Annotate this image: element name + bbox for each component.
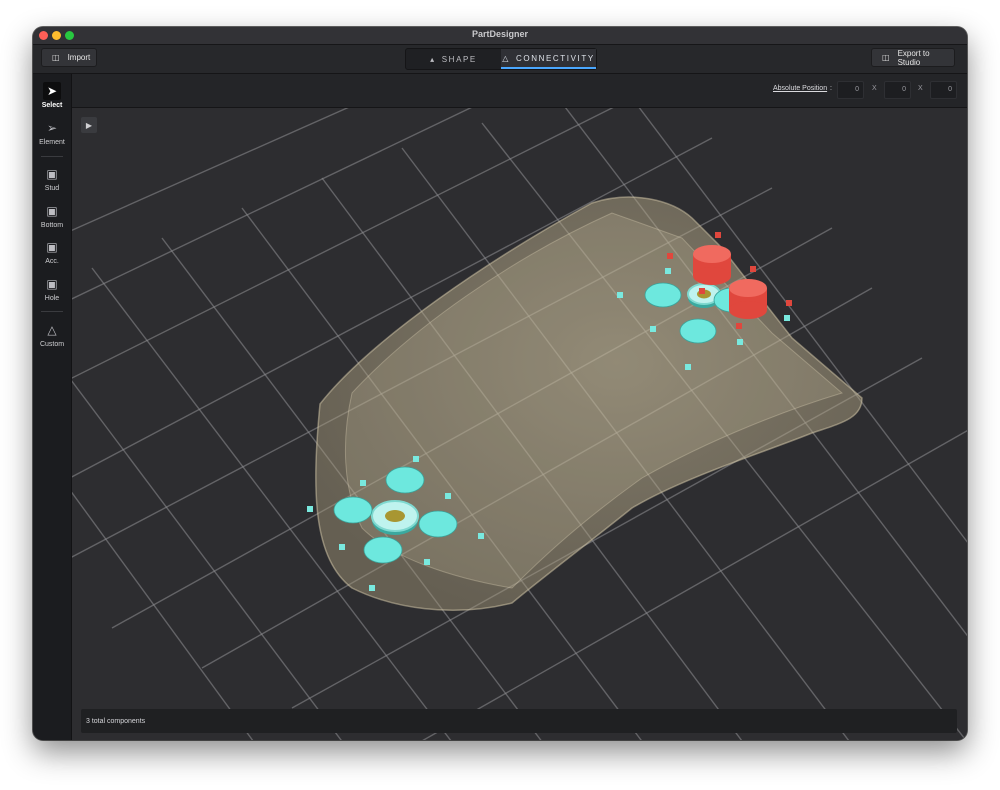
tool-custom-label: Custom bbox=[39, 341, 65, 348]
position-z-input[interactable]: 0 bbox=[930, 81, 957, 99]
stud-cube-icon: ▣ bbox=[46, 167, 58, 181]
component-count: 3 total components bbox=[86, 717, 146, 725]
hole-cube-icon: ▣ bbox=[46, 277, 58, 291]
tool-bottom[interactable]: ▣ Bottom bbox=[33, 202, 71, 229]
custom-node-icon: △ bbox=[47, 323, 57, 337]
position-x-input[interactable]: 0 bbox=[837, 81, 864, 99]
tool-element-label: Element bbox=[39, 139, 65, 146]
tool-hole-label: Hole bbox=[44, 295, 60, 302]
sidebar-divider bbox=[41, 311, 63, 312]
camera-icon: ▶ bbox=[85, 120, 93, 130]
title-bar: PartDesigner bbox=[33, 27, 967, 45]
tab-connectivity-label: CONNECTIVITY bbox=[516, 53, 595, 63]
import-button[interactable]: ◫ Import bbox=[41, 48, 97, 67]
export-to-studio-button[interactable]: ◫ Export to Studio bbox=[871, 48, 955, 67]
tool-custom[interactable]: △ Custom bbox=[33, 321, 71, 348]
pointer-icon: ➢ bbox=[46, 121, 58, 135]
tab-shape-label: SHAPE bbox=[441, 54, 477, 64]
tab-connectivity[interactable]: △ CONNECTIVITY bbox=[501, 49, 596, 69]
acc-cube-icon: ▣ bbox=[46, 240, 58, 254]
status-bar: 3 total components bbox=[81, 709, 957, 733]
position-separator-2: X bbox=[918, 85, 923, 92]
tool-select[interactable]: ➤ Select bbox=[33, 82, 71, 109]
mode-tabs: ▴ SHAPE △ CONNECTIVITY bbox=[405, 48, 597, 70]
camera-button[interactable]: ▶ bbox=[81, 117, 97, 133]
cursor-icon: ➤ bbox=[43, 82, 61, 100]
scene-canvas[interactable] bbox=[72, 108, 967, 740]
position-colon: : bbox=[830, 85, 832, 92]
connectivity-icon: △ bbox=[502, 53, 510, 63]
tool-stud-label: Stud bbox=[44, 185, 60, 192]
tool-stud[interactable]: ▣ Stud bbox=[33, 165, 71, 192]
tool-element[interactable]: ➢ Element bbox=[33, 119, 71, 146]
export-label: Export to Studio bbox=[897, 48, 930, 67]
app-window: PartDesigner ◫ Import ▴ SHAPE △ CONNECTI… bbox=[33, 27, 967, 740]
tool-bottom-label: Bottom bbox=[40, 222, 64, 229]
absolute-position-label[interactable]: Absolute Position bbox=[773, 85, 827, 92]
position-y-input[interactable]: 0 bbox=[884, 81, 911, 99]
top-toolbar: ◫ Import ▴ SHAPE △ CONNECTIVITY ◫ Export… bbox=[33, 45, 967, 74]
position-separator-1: X bbox=[872, 85, 877, 92]
tool-sidebar: ➤ Select ➢ Element ▣ Stud ▣ Bottom ▣ Acc… bbox=[33, 74, 72, 740]
shapes-icon: ▴ bbox=[430, 54, 436, 64]
position-bar: Absolute Position : 0 X 0 X 0 bbox=[72, 74, 967, 108]
tab-shape[interactable]: ▴ SHAPE bbox=[406, 49, 501, 69]
tool-select-label: Select bbox=[41, 102, 63, 109]
import-icon: ◫ bbox=[52, 53, 60, 62]
bottom-cube-icon: ▣ bbox=[46, 204, 58, 218]
window-title: PartDesigner bbox=[471, 29, 529, 39]
export-icon: ◫ bbox=[882, 53, 890, 62]
tool-acc-label: Acc. bbox=[45, 258, 59, 265]
sidebar-divider bbox=[41, 156, 63, 157]
3d-viewport[interactable]: ▶ 3 total components bbox=[72, 108, 967, 740]
import-label: Import bbox=[67, 53, 91, 62]
tool-hole[interactable]: ▣ Hole bbox=[33, 275, 71, 302]
tool-acc[interactable]: ▣ Acc. bbox=[33, 238, 71, 265]
